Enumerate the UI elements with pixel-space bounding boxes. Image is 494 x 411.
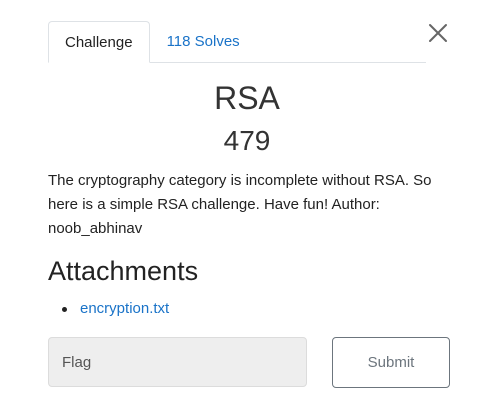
close-icon[interactable] <box>427 22 449 44</box>
attachment-link[interactable]: encryption.txt <box>80 298 169 320</box>
challenge-modal: Challenge 118 Solves RSA 479 The cryptog… <box>0 0 494 411</box>
flag-input[interactable] <box>48 337 307 387</box>
tab-challenge[interactable]: Challenge <box>48 21 150 63</box>
attachments-heading: Attachments <box>48 256 199 286</box>
attachments-list: encryption.txt <box>62 298 169 320</box>
list-item: encryption.txt <box>62 298 169 320</box>
submit-button[interactable]: Submit <box>332 337 450 388</box>
challenge-description: The cryptography category is incomplete … <box>48 172 432 237</box>
challenge-points: 479 <box>223 125 271 156</box>
challenge-title: RSA <box>214 80 280 116</box>
tab-solves[interactable]: 118 Solves <box>150 21 256 62</box>
tab-bar: Challenge 118 Solves <box>48 21 426 63</box>
bullet-icon <box>62 306 67 312</box>
